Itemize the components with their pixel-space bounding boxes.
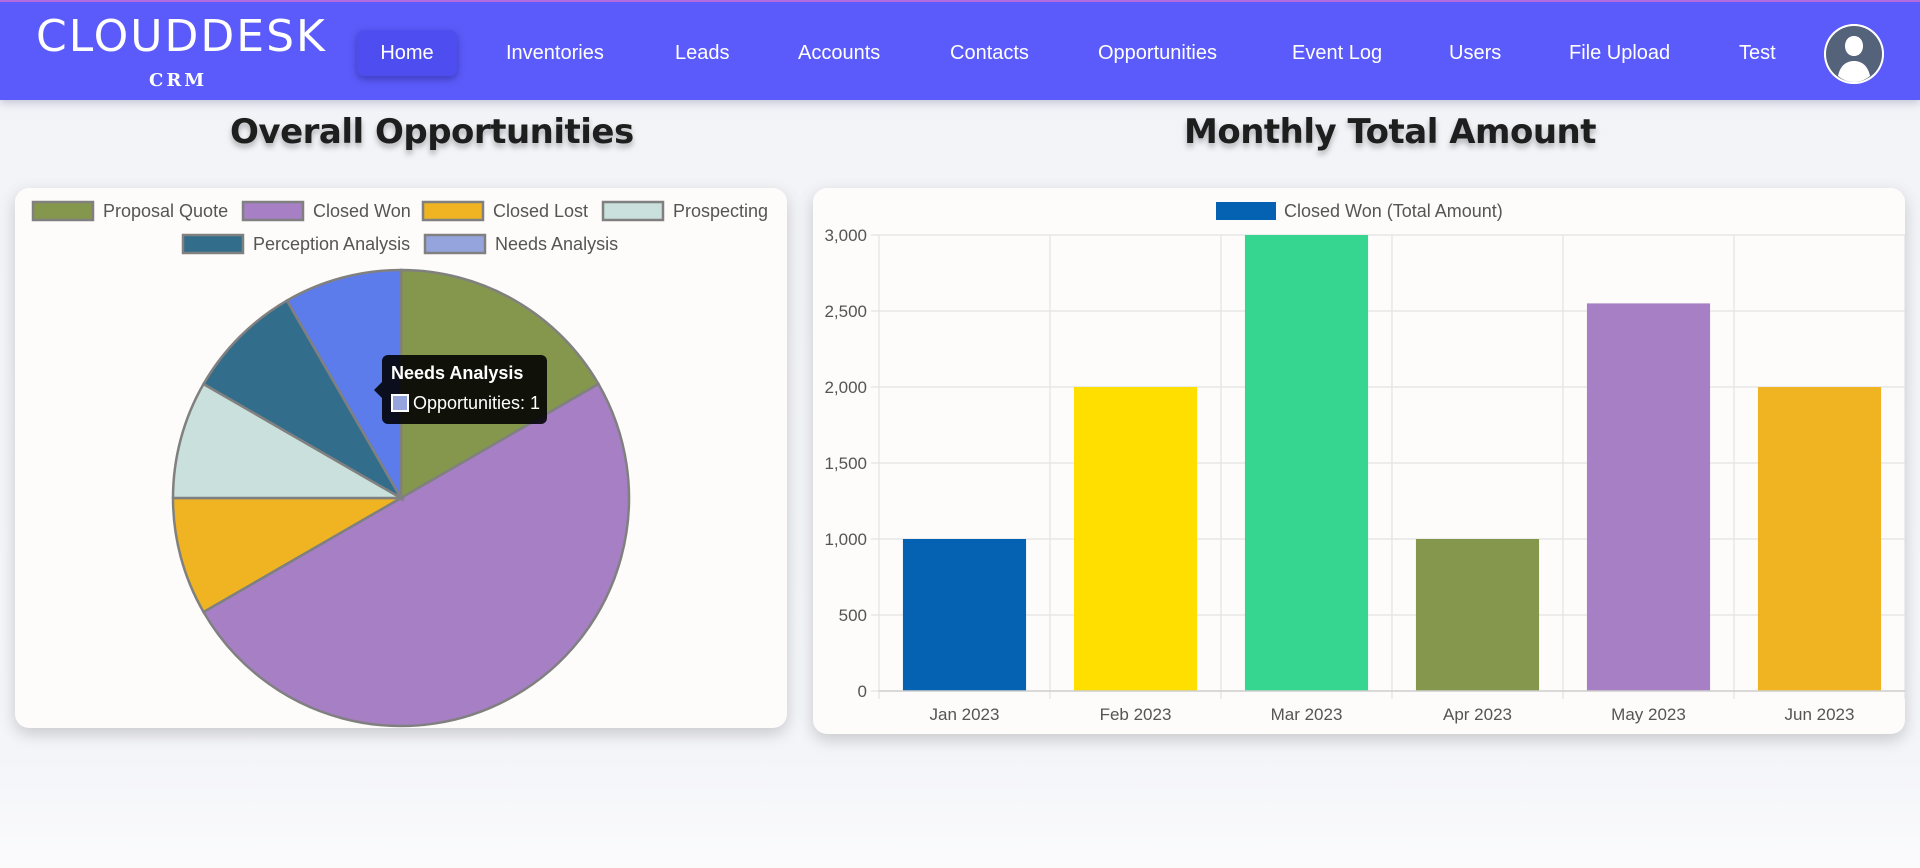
pie-legend-swatch-closed-lost xyxy=(421,200,485,222)
nav-item-event-log[interactable]: Event Log xyxy=(1292,30,1382,76)
nav-item-accounts[interactable]: Accounts xyxy=(798,30,880,76)
nav-item-leads[interactable]: Leads xyxy=(675,30,730,76)
pie-legend-item-prospecting[interactable]: Prospecting xyxy=(601,200,768,222)
bar-jan-2023[interactable] xyxy=(902,539,1027,691)
bar-legend-item[interactable]: Closed Won (Total Amount) xyxy=(1216,201,1503,221)
pie-chart[interactable]: Proposal Quote Closed Won Closed Lost Prosp… xyxy=(15,188,787,728)
pie-legend-label-perception-analysis: Perception Analysis xyxy=(253,234,410,254)
x-tick-label: Feb 2023 xyxy=(1100,705,1172,724)
pie-tooltip: Needs Analysis Opportunities: 1 xyxy=(374,355,547,424)
tooltip-title: Needs Analysis xyxy=(391,363,524,383)
nav-item-opportunities[interactable]: Opportunities xyxy=(1098,30,1217,76)
pie-legend-swatch-needs-analysis xyxy=(423,233,487,255)
top-navbar: CLOUDDESK CRM Home Inventories Leads Acc… xyxy=(0,0,1920,100)
bar-apr-2023[interactable] xyxy=(1415,539,1540,691)
pie-legend-swatch-perception-analysis xyxy=(181,233,245,255)
y-tick-label: 1,000 xyxy=(824,530,867,549)
user-avatar-icon[interactable] xyxy=(1824,24,1884,84)
y-tick-label: 2,000 xyxy=(824,378,867,397)
x-tick-label: Apr 2023 xyxy=(1443,705,1512,724)
nav-item-contacts[interactable]: Contacts xyxy=(950,30,1029,76)
pie-legend-item-closed-won[interactable]: Closed Won xyxy=(241,200,411,222)
pie-legend-item-perception-analysis[interactable]: Perception Analysis xyxy=(181,233,410,255)
pie-legend-label-closed-won: Closed Won xyxy=(313,201,411,221)
y-tick-label: 500 xyxy=(839,606,867,625)
pie-legend-item-closed-lost[interactable]: Closed Lost xyxy=(421,200,588,222)
bar-mar-2023[interactable] xyxy=(1244,235,1369,691)
nav-item-file-upload[interactable]: File Upload xyxy=(1569,30,1670,76)
y-tick-label: 3,000 xyxy=(824,226,867,245)
nav-item-test[interactable]: Test xyxy=(1739,30,1776,76)
y-tick-label: 0 xyxy=(858,682,867,701)
pie-section-title: Overall Opportunities xyxy=(230,112,634,152)
pie-legend-swatch-prospecting xyxy=(601,200,665,222)
nav-item-inventories[interactable]: Inventories xyxy=(506,30,604,76)
tooltip-caret xyxy=(374,382,382,398)
pie-legend-item-needs-analysis[interactable]: Needs Analysis xyxy=(423,233,618,255)
pie-legend-swatch-closed-won xyxy=(241,200,305,222)
bar-jun-2023[interactable] xyxy=(1757,387,1882,691)
bar-legend-label: Closed Won (Total Amount) xyxy=(1284,201,1503,221)
pie-legend-label-proposal-quote: Proposal Quote xyxy=(103,201,228,221)
brand-logo[interactable]: CLOUDDESK CRM xyxy=(36,10,327,91)
y-tick-label: 1,500 xyxy=(824,454,867,473)
bar-section-title: Monthly Total Amount xyxy=(1184,112,1597,152)
x-tick-label: Mar 2023 xyxy=(1271,705,1343,724)
nav-item-home[interactable]: Home xyxy=(357,30,457,76)
tooltip-label: Opportunities: 1 xyxy=(413,393,541,413)
y-tick-label: 2,500 xyxy=(824,302,867,321)
x-tick-label: May 2023 xyxy=(1611,705,1686,724)
tooltip-color-swatch xyxy=(391,394,409,412)
bar-chart[interactable]: Closed Won (Total Amount) 0 500 1,000 1,500 2… xyxy=(813,188,1905,734)
pie-chart-card: Proposal Quote Closed Won Closed Lost Prosp… xyxy=(15,188,787,728)
x-tick-label: Jun 2023 xyxy=(1785,705,1855,724)
pie-legend-label-prospecting: Prospecting xyxy=(673,201,768,221)
brand-name: CLOUDDESK xyxy=(36,11,327,62)
bar-feb-2023[interactable] xyxy=(1073,387,1198,691)
bar-may-2023[interactable] xyxy=(1586,303,1711,691)
x-tick-label: Jan 2023 xyxy=(930,705,1000,724)
brand-subtitle: CRM xyxy=(149,70,208,91)
bar-legend-swatch xyxy=(1216,202,1276,220)
pie-legend-item-proposal-quote[interactable]: Proposal Quote xyxy=(31,200,228,222)
pie-legend-label-needs-analysis: Needs Analysis xyxy=(495,234,618,254)
pie-legend-label-closed-lost: Closed Lost xyxy=(493,201,588,221)
bar-chart-card: Closed Won (Total Amount) 0 500 1,000 1,500 2… xyxy=(813,188,1905,734)
pie-legend-swatch-proposal-quote xyxy=(31,200,95,222)
nav-item-users[interactable]: Users xyxy=(1449,30,1501,76)
